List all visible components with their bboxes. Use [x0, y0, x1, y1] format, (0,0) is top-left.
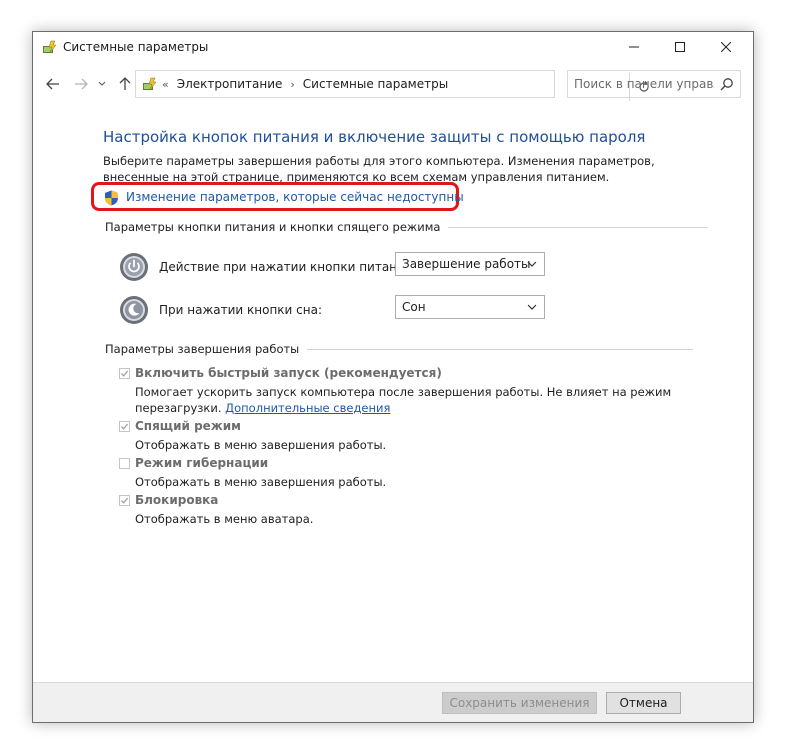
more-info-link[interactable]: Дополнительные сведения — [225, 401, 390, 415]
shutdown-settings-group-header: Параметры завершения работы — [105, 342, 694, 356]
checkmark-icon — [121, 370, 129, 377]
address-bar[interactable]: « Электропитание › Системные параметры — [135, 70, 649, 101]
search-input[interactable] — [574, 75, 714, 93]
fast-startup-desc-text: Помогает ускорить запуск компьютера посл… — [135, 385, 672, 415]
lock-checkbox[interactable] — [119, 495, 130, 506]
maximize-icon — [675, 42, 685, 52]
breadcrumb-item-system-settings[interactable]: Системные параметры — [303, 77, 448, 91]
sleep-description: Отображать в меню завершения работы. — [135, 438, 387, 452]
recent-locations-button[interactable] — [97, 76, 107, 92]
power-button-label: Действие при нажатии кнопки питания: — [159, 260, 417, 274]
change-unavailable-settings-link[interactable]: Изменение параметров, которые сейчас нед… — [126, 190, 464, 204]
power-button-action-select[interactable]: Завершение работы — [395, 252, 545, 276]
arrow-left-icon — [46, 78, 59, 90]
shutdown-group-heading: Параметры завершения работы — [105, 342, 300, 356]
footer-bar: Сохранить изменения Отмена — [33, 682, 753, 722]
power-options-icon — [143, 77, 157, 91]
sleep-title: Спящий режим — [135, 419, 241, 433]
hibernate-description: Отображать в меню завершения работы. — [135, 475, 387, 489]
power-button-action-value: Завершение работы — [402, 257, 531, 271]
save-changes-button[interactable]: Сохранить изменения — [442, 692, 597, 714]
power-options-icon — [43, 40, 57, 54]
search-box — [567, 70, 741, 98]
close-button[interactable] — [703, 32, 749, 62]
chevron-down-icon — [527, 304, 537, 310]
page-title: Настройка кнопок питания и включение защ… — [103, 128, 646, 146]
fast-startup-description: Помогает ускорить запуск компьютера посл… — [135, 384, 675, 416]
power-button-icon — [120, 253, 148, 281]
power-buttons-group-header: Параметры кнопки питания и кнопки спящег… — [105, 220, 709, 234]
hibernate-title: Режим гибернации — [135, 456, 269, 470]
sleep-button-icon — [120, 296, 148, 324]
lock-description: Отображать в меню аватара. — [135, 512, 314, 526]
power-group-heading: Параметры кнопки питания и кнопки спящег… — [105, 220, 441, 234]
breadcrumb: « Электропитание › Системные параметры — [162, 77, 448, 91]
breadcrumb-separator[interactable]: › — [290, 78, 294, 91]
maximize-button[interactable] — [657, 32, 703, 62]
sleep-checkbox[interactable] — [119, 421, 130, 432]
sleep-button-label: При нажатии кнопки сна: — [159, 303, 323, 317]
arrow-up-icon — [119, 77, 131, 90]
cancel-button[interactable]: Отмена — [606, 692, 681, 714]
divider — [307, 348, 694, 350]
fast-startup-checkbox[interactable] — [119, 368, 130, 379]
highlight-box: Изменение параметров, которые сейчас нед… — [91, 182, 464, 211]
checkmark-icon — [121, 497, 129, 504]
breadcrumb-overflow[interactable]: « — [162, 78, 169, 91]
hibernate-checkbox[interactable] — [119, 458, 130, 469]
window-title: Системные параметры — [63, 40, 209, 54]
sleep-button-action-select[interactable]: Сон — [395, 295, 545, 319]
search-icon[interactable] — [720, 77, 734, 91]
minimize-button[interactable] — [611, 32, 657, 62]
title-bar: Системные параметры — [33, 32, 753, 62]
uac-shield-icon — [105, 190, 118, 206]
lock-title: Блокировка — [135, 493, 219, 507]
close-icon — [721, 42, 731, 52]
chevron-down-icon — [527, 261, 537, 267]
back-button[interactable] — [45, 76, 61, 92]
chevron-down-icon — [98, 81, 106, 86]
page-description: Выберите параметры завершения работы для… — [103, 154, 655, 184]
arrow-right-icon — [75, 78, 88, 90]
divider — [448, 226, 709, 228]
fast-startup-title: Включить быстрый запуск (рекомендуется) — [135, 366, 442, 380]
sleep-button-action-value: Сон — [402, 300, 426, 314]
navigation-bar: « Электропитание › Системные параметры — [33, 68, 753, 101]
breadcrumb-item-power-options[interactable]: Электропитание — [177, 77, 283, 91]
minimize-icon — [629, 46, 639, 48]
system-settings-window: Системные параметры « Электропитание › С… — [32, 31, 754, 723]
checkmark-icon — [121, 423, 129, 430]
forward-button[interactable] — [73, 76, 89, 92]
up-button[interactable] — [117, 76, 133, 92]
